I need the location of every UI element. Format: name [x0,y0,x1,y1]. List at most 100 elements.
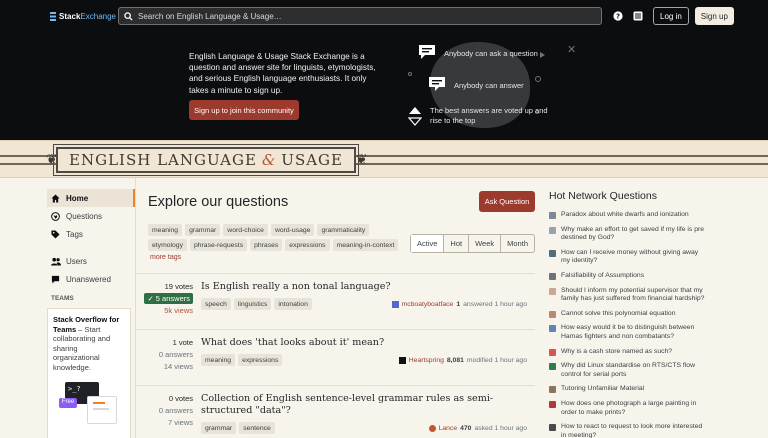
site-icon [549,363,556,371]
hnq-item[interactable]: Should I inform my potential supervisor … [549,287,709,304]
hnq-item[interactable]: Cannot solve this polynomial equation [549,310,709,319]
question-row: 1 vote 0 answers 14 views What does 'tha… [136,330,535,386]
hnq-item-title: Tutoring Unfamiliar Material [561,385,645,393]
site-icon [549,424,556,432]
tag[interactable]: meaning [201,354,236,366]
tag[interactable]: expressions [238,354,283,366]
users-icon [51,257,61,266]
tag-icon [51,229,61,239]
sort-filters: Active Hot Week Month [409,234,535,253]
hnq-item[interactable]: Tutoring Unfamiliar Material [549,385,709,394]
hero-description: English Language & Usage Stack Exchange … [189,52,376,95]
tag[interactable]: sentence [239,422,275,434]
hero-close-icon[interactable]: ✕ [567,43,576,56]
activity-time: asked 1 hour ago [474,424,527,432]
sidebar-item-unanswered[interactable]: Unanswered [47,270,135,288]
filter-active[interactable]: Active [410,235,445,252]
hnq-item[interactable]: How does one photograph a large painting… [549,400,709,417]
vote-arrows-icon [407,106,423,128]
hero-item-vote: The best answers are voted up and rise t… [407,106,550,128]
hnq-item[interactable]: Why is a cash store named as such? [549,348,709,357]
filter-week[interactable]: Week [469,235,502,252]
filter-hot[interactable]: Hot [444,235,470,252]
hnq-item[interactable]: Falsifiability of Assumptions [549,272,709,281]
reputation: 470 [460,424,472,432]
hnq-item-title: Should I inform my potential supervisor … [561,286,705,303]
search-input[interactable]: Search on English Language & Usage… [118,7,602,25]
ornament-icon: ❦ [356,151,368,167]
site-switcher-icon[interactable] [631,9,645,23]
hnq-item-title: Why did Linux standardise on RTS/CTS flo… [561,362,695,378]
globe-icon [51,211,61,221]
tag[interactable]: phrase-requests [189,239,248,251]
top-bar: Stack Exchange Search on English Language… [0,0,768,32]
ask-question-button[interactable]: Ask Question [479,191,535,212]
user-link[interactable]: mcboatyboatface [402,301,454,308]
tag[interactable]: etymology [148,239,187,251]
hnq-item[interactable]: How easy would it be to distinguish betw… [549,324,709,341]
reputation: 8,081 [446,356,464,364]
hnq-item-title: Why make an effort to get saved if my li… [561,225,705,242]
tag[interactable]: grammaticality [317,224,370,236]
sidebar-item-questions[interactable]: Questions [47,207,135,225]
site-icon [549,400,556,408]
hnq-item-title: Cannot solve this polynomial equation [561,309,676,317]
left-sidebar: Home Questions Tags Users Unanswered TEA… [0,178,135,438]
tag[interactable]: meaning-in-context [332,239,399,251]
tag[interactable]: speech [201,298,231,310]
hnq-item[interactable]: Why did Linux standardise on RTS/CTS flo… [549,362,709,379]
home-icon [51,193,61,203]
site-icon [549,287,556,295]
login-button[interactable]: Log in [653,7,689,25]
hot-network-questions: Hot Network Questions Paradox about whit… [535,178,768,438]
user-link[interactable]: Heartspring [409,357,444,364]
view-count: 5k views [164,306,193,315]
hnq-item[interactable]: How can I receive money without giving a… [549,249,709,266]
tag[interactable]: grammar [185,224,221,236]
answer-bubble-icon [428,76,446,94]
hero-signup-button[interactable]: Sign up to join this community [189,100,299,120]
help-icon[interactable]: ? [611,9,625,23]
hnq-item[interactable]: Paradox about white dwarfs and ionizatio… [549,211,709,220]
hnq-item[interactable]: How to react to request to look more int… [549,423,709,438]
signup-button[interactable]: Sign up [694,7,734,25]
site-banner: ❦ ENGLISH LANGUAGE & USAGE ❦ [0,140,768,178]
sidebar-item-users[interactable]: Users [47,252,135,270]
filter-month[interactable]: Month [501,235,534,252]
tag[interactable]: word-usage [270,224,315,236]
question-row: 0 votes 0 answers 7 views Collection of … [136,386,535,438]
teams-illustration: >_? Free [53,378,125,428]
tag[interactable]: expressions [285,239,330,251]
signup-hero: English Language & Usage Stack Exchange … [0,32,768,140]
question-title[interactable]: Collection of English sentence-level gra… [201,393,527,417]
sidebar-item-tags[interactable]: Tags [47,225,135,243]
tag[interactable]: word-choice [223,224,268,236]
hnq-item-title: Falsifiability of Assumptions [561,271,645,279]
avatar[interactable] [391,300,399,308]
avatar[interactable] [398,356,406,364]
sidebar-item-home[interactable]: Home [47,189,135,207]
tag[interactable]: phrases [250,239,283,251]
avatar[interactable] [428,424,436,432]
site-title-plate[interactable]: ENGLISH LANGUAGE & USAGE [53,144,359,176]
tag[interactable]: meaning [148,224,183,236]
tag[interactable]: linguistics [233,298,272,310]
decor-dot [408,72,412,76]
tag[interactable]: intonation [274,298,312,310]
hnq-item[interactable]: Why make an effort to get saved if my li… [549,226,709,243]
more-tags-link[interactable]: more tags [150,254,181,261]
chat-bubble-icon [418,44,436,62]
question-title[interactable]: What does 'that looks about it' mean? [201,337,527,349]
activity-time: modified 1 hour ago [466,356,527,364]
user-link[interactable]: Lance [439,425,458,432]
stackexchange-logo[interactable]: Stack Exchange [50,11,116,21]
tag[interactable]: grammar [201,422,237,434]
hnq-item-title: Paradox about white dwarfs and ionizatio… [561,211,689,218]
answer-count: 0 answers [158,406,193,415]
hnq-heading: Hot Network Questions [549,190,657,202]
svg-text:?: ? [616,13,620,21]
site-icon [549,310,556,318]
site-icon [549,386,556,394]
decor-triangle [540,52,545,58]
question-title[interactable]: Is English really a non tonal language? [201,281,527,293]
